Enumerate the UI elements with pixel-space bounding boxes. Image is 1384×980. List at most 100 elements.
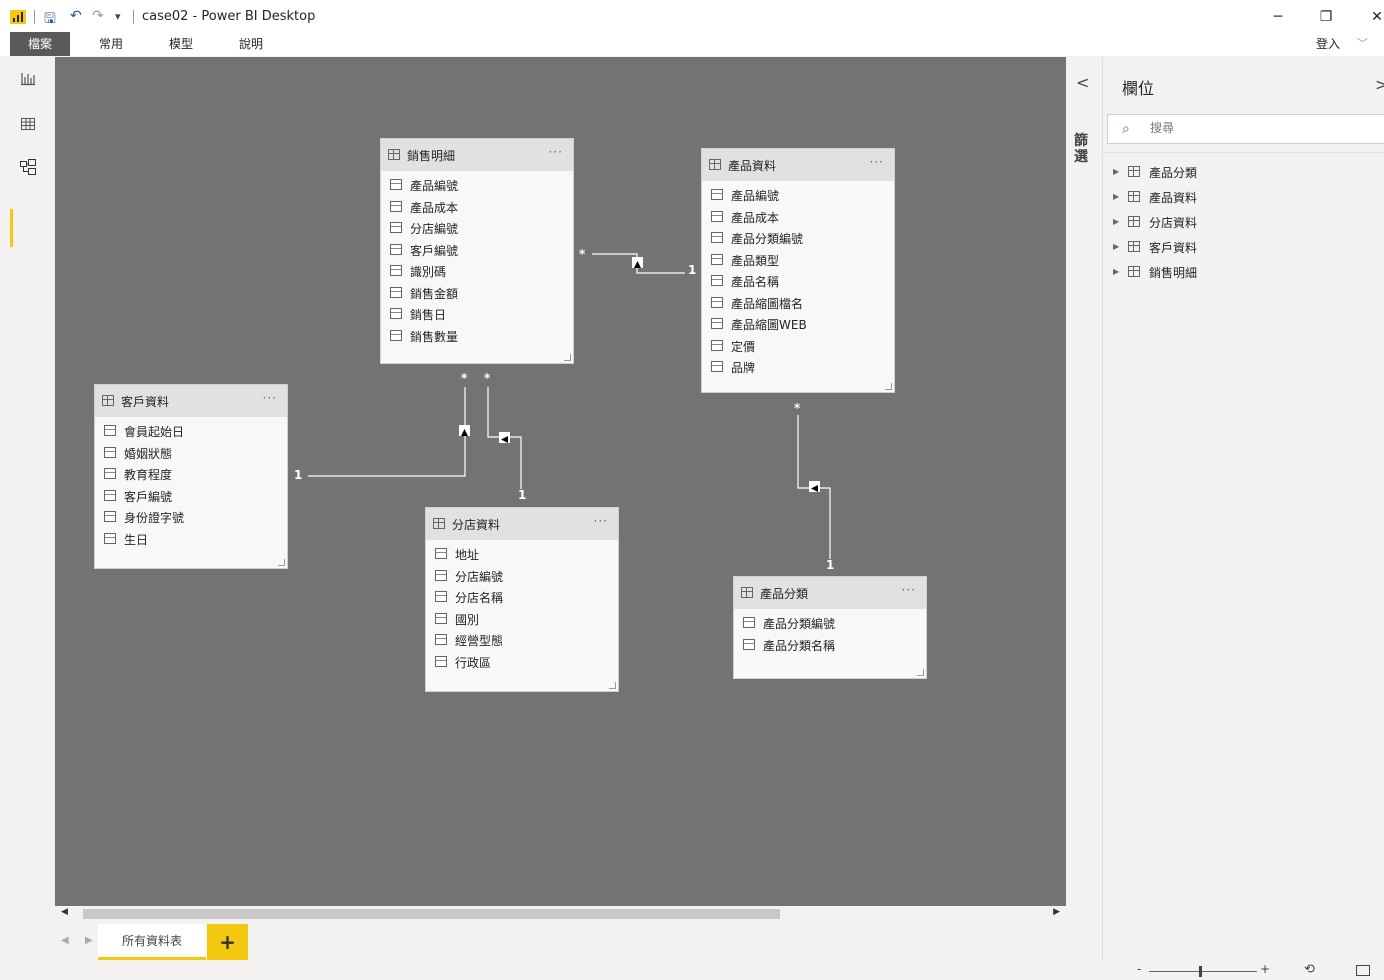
fields-table-item[interactable]: ▶ 銷售明細 xyxy=(1111,263,1371,283)
signin-button[interactable]: 登入 xyxy=(1316,32,1340,56)
search-input[interactable] xyxy=(1148,120,1352,136)
menu-help[interactable]: 說明 xyxy=(228,32,274,56)
field-row[interactable]: 生日 xyxy=(95,528,287,550)
chevron-down-icon[interactable]: ﹀ xyxy=(1357,32,1368,56)
field-row[interactable]: 產品分類編號 xyxy=(734,612,926,634)
table-header[interactable]: 客戶資料 ··· xyxy=(95,385,287,417)
fit-to-screen-icon[interactable] xyxy=(1356,965,1370,976)
expand-icon[interactable]: ▶ xyxy=(1113,217,1119,226)
expand-icon[interactable]: ▶ xyxy=(1113,267,1119,276)
filter-direction-icon[interactable] xyxy=(809,481,820,492)
menu-modeling[interactable]: 模型 xyxy=(158,32,204,56)
scroll-left-icon[interactable]: ◀ xyxy=(61,907,68,917)
expand-icon[interactable]: ▶ xyxy=(1113,167,1119,176)
field-row[interactable]: 銷售金額 xyxy=(381,282,573,304)
field-row[interactable]: 分店編號 xyxy=(381,217,573,239)
expand-icon[interactable]: ▶ xyxy=(1113,192,1119,201)
field-row[interactable]: 身份證字號 xyxy=(95,506,287,528)
field-row[interactable]: 產品分類名稱 xyxy=(734,634,926,656)
expand-icon[interactable]: ▶ xyxy=(1113,242,1119,251)
filters-pane-label[interactable]: 篩選 xyxy=(1074,133,1092,165)
fields-table-item[interactable]: ▶ 分店資料 xyxy=(1111,213,1371,233)
redo-icon[interactable]: ↷ xyxy=(92,8,104,24)
zoom-out-button[interactable]: - xyxy=(1137,962,1141,976)
expand-pane-icon[interactable]: < xyxy=(1076,73,1089,92)
menu-file[interactable]: 檔案 xyxy=(10,32,70,56)
more-options-button[interactable]: ··· xyxy=(902,583,916,597)
save-icon[interactable]: 🖫 xyxy=(44,8,56,32)
more-options-button[interactable]: ··· xyxy=(263,391,277,405)
menu-home[interactable]: 常用 xyxy=(88,32,134,56)
field-row[interactable]: 客戶編號 xyxy=(381,239,573,261)
table-card-customer[interactable]: 客戶資料 ··· 會員起始日 婚姻狀態 教育程度 客戶編號 身份證字號 生日 xyxy=(95,385,287,568)
field-row[interactable]: 經營型態 xyxy=(426,629,618,651)
tab-next-icon[interactable]: ▶ xyxy=(85,935,93,946)
table-card-store[interactable]: 分店資料 ··· 地址 分店編號 分店名稱 國別 經營型態 行政區 xyxy=(426,508,618,691)
table-header[interactable]: 產品分類 ··· xyxy=(734,577,926,609)
field-row[interactable]: 產品成本 xyxy=(381,196,573,218)
search-box[interactable]: ⌕ xyxy=(1107,114,1384,144)
field-row[interactable]: 客戶編號 xyxy=(95,485,287,507)
field-row[interactable]: 產品縮圖檔名 xyxy=(702,292,894,314)
zoom-in-button[interactable]: + xyxy=(1260,962,1270,976)
collapse-pane-icon[interactable]: > xyxy=(1375,75,1384,94)
field-row[interactable]: 地址 xyxy=(426,543,618,565)
model-view-icon[interactable] xyxy=(12,155,44,187)
table-card-sales[interactable]: 銷售明細 ··· 產品編號 產品成本 分店編號 客戶編號 識別碼 銷售金額 銷售日 銷售數量 xyxy=(381,139,573,363)
resize-handle[interactable] xyxy=(609,682,616,689)
horizontal-scrollbar[interactable]: ◀ ▶ xyxy=(55,906,1066,922)
table-card-category[interactable]: 產品分類 ··· 產品分類編號 產品分類名稱 xyxy=(734,577,926,678)
minimize-button[interactable]: ─ xyxy=(1263,6,1293,28)
field-row[interactable]: 銷售日 xyxy=(381,303,573,325)
restore-button[interactable]: ❐ xyxy=(1311,6,1341,28)
close-button[interactable]: ✕ xyxy=(1362,6,1384,28)
more-options-button[interactable]: ··· xyxy=(594,514,608,528)
filter-direction-icon[interactable] xyxy=(632,257,643,268)
filter-direction-icon[interactable] xyxy=(459,425,470,436)
field-row[interactable]: 產品縮圖WEB xyxy=(702,313,894,335)
field-row[interactable]: 定價 xyxy=(702,335,894,357)
resize-handle[interactable] xyxy=(278,559,285,566)
fields-table-item[interactable]: ▶ 產品資料 xyxy=(1111,188,1371,208)
table-card-product[interactable]: 產品資料 ··· 產品編號 產品成本 產品分類編號 產品類型 產品名稱 產品縮圖檔名 產品縮… xyxy=(702,149,894,392)
field-row[interactable]: 教育程度 xyxy=(95,463,287,485)
field-row[interactable]: 國別 xyxy=(426,608,618,630)
report-view-icon[interactable] xyxy=(12,65,44,97)
data-view-icon[interactable] xyxy=(12,111,44,143)
more-options-button[interactable]: ··· xyxy=(870,155,884,169)
field-row[interactable]: 分店編號 xyxy=(426,565,618,587)
resize-handle[interactable] xyxy=(885,383,892,390)
more-options-button[interactable]: ··· xyxy=(549,145,563,159)
table-header[interactable]: 銷售明細 ··· xyxy=(381,139,573,171)
fields-table-item[interactable]: ▶ 產品分類 xyxy=(1111,163,1371,183)
tab-prev-icon[interactable]: ◀ xyxy=(61,935,69,946)
add-layout-button[interactable]: + xyxy=(207,924,248,960)
field-row[interactable]: 會員起始日 xyxy=(95,420,287,442)
zoom-slider-thumb[interactable] xyxy=(1199,966,1202,977)
field-row[interactable]: 產品類型 xyxy=(702,249,894,271)
field-row[interactable]: 分店名稱 xyxy=(426,586,618,608)
filter-direction-icon[interactable] xyxy=(499,432,510,443)
tab-all-tables[interactable]: 所有資料表 xyxy=(98,924,206,960)
zoom-slider[interactable] xyxy=(1149,971,1257,972)
resize-handle[interactable] xyxy=(564,354,571,361)
field-row[interactable]: 產品分類編號 xyxy=(702,227,894,249)
field-row[interactable]: 婚姻狀態 xyxy=(95,442,287,464)
table-header[interactable]: 產品資料 ··· xyxy=(702,149,894,181)
undo-icon[interactable]: ↶ xyxy=(70,8,82,24)
scrollbar-thumb[interactable] xyxy=(83,909,780,919)
field-row[interactable]: 銷售數量 xyxy=(381,325,573,347)
field-row[interactable]: 產品成本 xyxy=(702,206,894,228)
field-row[interactable]: 品牌 xyxy=(702,356,894,378)
resize-handle[interactable] xyxy=(917,669,924,676)
field-row[interactable]: 識別碼 xyxy=(381,260,573,282)
filters-pane-collapsed[interactable]: < 篩選 xyxy=(1066,57,1103,962)
table-header[interactable]: 分店資料 ··· xyxy=(426,508,618,540)
field-row[interactable]: 行政區 xyxy=(426,651,618,673)
fields-table-item[interactable]: ▶ 客戶資料 xyxy=(1111,238,1371,258)
field-row[interactable]: 產品編號 xyxy=(381,174,573,196)
reset-layout-icon[interactable]: ⟲ xyxy=(1304,962,1315,977)
field-row[interactable]: 產品名稱 xyxy=(702,270,894,292)
scroll-right-icon[interactable]: ▶ xyxy=(1053,907,1060,917)
model-canvas[interactable]: * 1 * 1 * 1 * 1 銷售明細 ··· 產品編號 產品成本 分店編號 客戶編… xyxy=(55,57,1066,906)
